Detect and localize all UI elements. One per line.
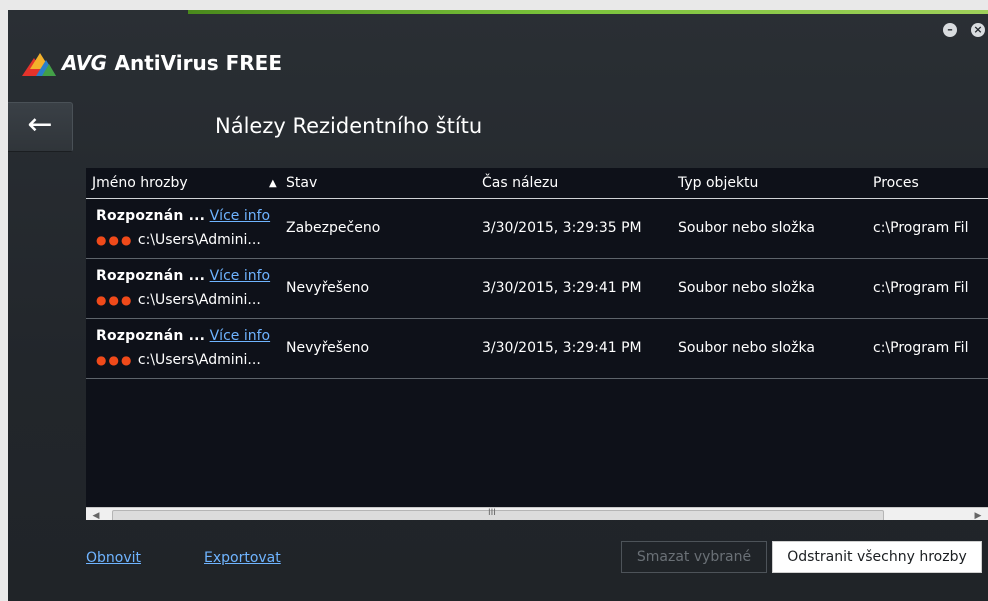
detection-time: 3/30/2015, 3:29:41 PM (482, 280, 642, 296)
column-header-object-type[interactable]: Typ objektu (678, 175, 758, 191)
process-path: c:\Program Fil (873, 220, 969, 236)
more-info-link[interactable]: Více info (210, 268, 270, 284)
refresh-link[interactable]: Obnovit (86, 550, 141, 566)
threat-name: Rozpoznán ... (96, 328, 206, 344)
page-title: Nálezy Rezidentního štítu (215, 114, 483, 138)
column-header-threat-name[interactable]: Jméno hrozby (92, 175, 188, 191)
table-header: Jméno hrozby ▲ Stav Čas nálezu Typ objek… (86, 168, 988, 199)
scroll-left-icon[interactable]: ◀ (88, 509, 104, 520)
scroll-right-icon[interactable]: ▶ (970, 509, 986, 520)
horizontal-scrollbar[interactable]: ◀ III ▶ (86, 507, 988, 520)
minus-icon[interactable]: – (943, 23, 957, 37)
scrollbar-grip-icon: III (488, 508, 496, 518)
table-row[interactable]: Rozpoznán ... Více info ●●● c:\Users\Adm… (86, 319, 988, 379)
avg-logo-icon (22, 50, 56, 76)
detection-time: 3/30/2015, 3:29:41 PM (482, 340, 642, 356)
object-type: Soubor nebo složka (678, 280, 815, 296)
accent-bar (188, 10, 988, 14)
threat-name: Rozpoznán ... (96, 268, 206, 284)
threat-path: c:\Users\Admini... (137, 232, 261, 248)
detection-time: 3/30/2015, 3:29:35 PM (482, 220, 642, 236)
table-row[interactable]: Rozpoznán ... Více info ●●● c:\Users\Adm… (86, 199, 988, 259)
threat-name: Rozpoznán ... (96, 208, 206, 224)
arrow-left-icon: ← (27, 107, 53, 142)
process-path: c:\Program Fil (873, 340, 969, 356)
product-name: AntiVirus FREE (114, 51, 282, 75)
remove-all-threats-button[interactable]: Odstranit všechny hrozby (772, 541, 982, 573)
threat-path: c:\Users\Admini... (137, 352, 261, 368)
more-info-link[interactable]: Více info (210, 208, 270, 224)
sort-ascending-icon[interactable]: ▲ (269, 178, 277, 189)
object-type: Soubor nebo složka (678, 220, 815, 236)
column-header-status[interactable]: Stav (286, 175, 317, 191)
delete-selected-button[interactable]: Smazat vybrané (621, 541, 767, 573)
back-button[interactable]: ← (8, 102, 73, 152)
more-info-link[interactable]: Více info (210, 328, 270, 344)
export-link[interactable]: Exportovat (204, 550, 281, 566)
brand-name: AVG (62, 51, 107, 75)
severity-dots: ●●● (96, 233, 134, 247)
scrollbar-thumb[interactable] (112, 510, 884, 520)
severity-dots: ●●● (96, 353, 134, 367)
table-row[interactable]: Rozpoznán ... Více info ●●● c:\Users\Adm… (86, 259, 988, 319)
column-header-process[interactable]: Proces (873, 175, 919, 191)
threat-path: c:\Users\Admini... (137, 292, 261, 308)
severity-dots: ●●● (96, 293, 134, 307)
column-header-time[interactable]: Čas nálezu (482, 175, 558, 191)
app-logo: AVG AntiVirus FREE (22, 48, 282, 78)
threat-status: Nevyřešeno (286, 340, 370, 356)
app-window: – × AVG AntiVirus FREE ← Nálezy Rezident… (8, 10, 988, 601)
threats-table: Jméno hrozby ▲ Stav Čas nálezu Typ objek… (86, 168, 988, 520)
object-type: Soubor nebo složka (678, 340, 815, 356)
threat-status: Zabezpečeno (286, 220, 381, 236)
threat-status: Nevyřešeno (286, 280, 370, 296)
process-path: c:\Program Fil (873, 280, 969, 296)
close-icon[interactable]: × (971, 23, 985, 37)
